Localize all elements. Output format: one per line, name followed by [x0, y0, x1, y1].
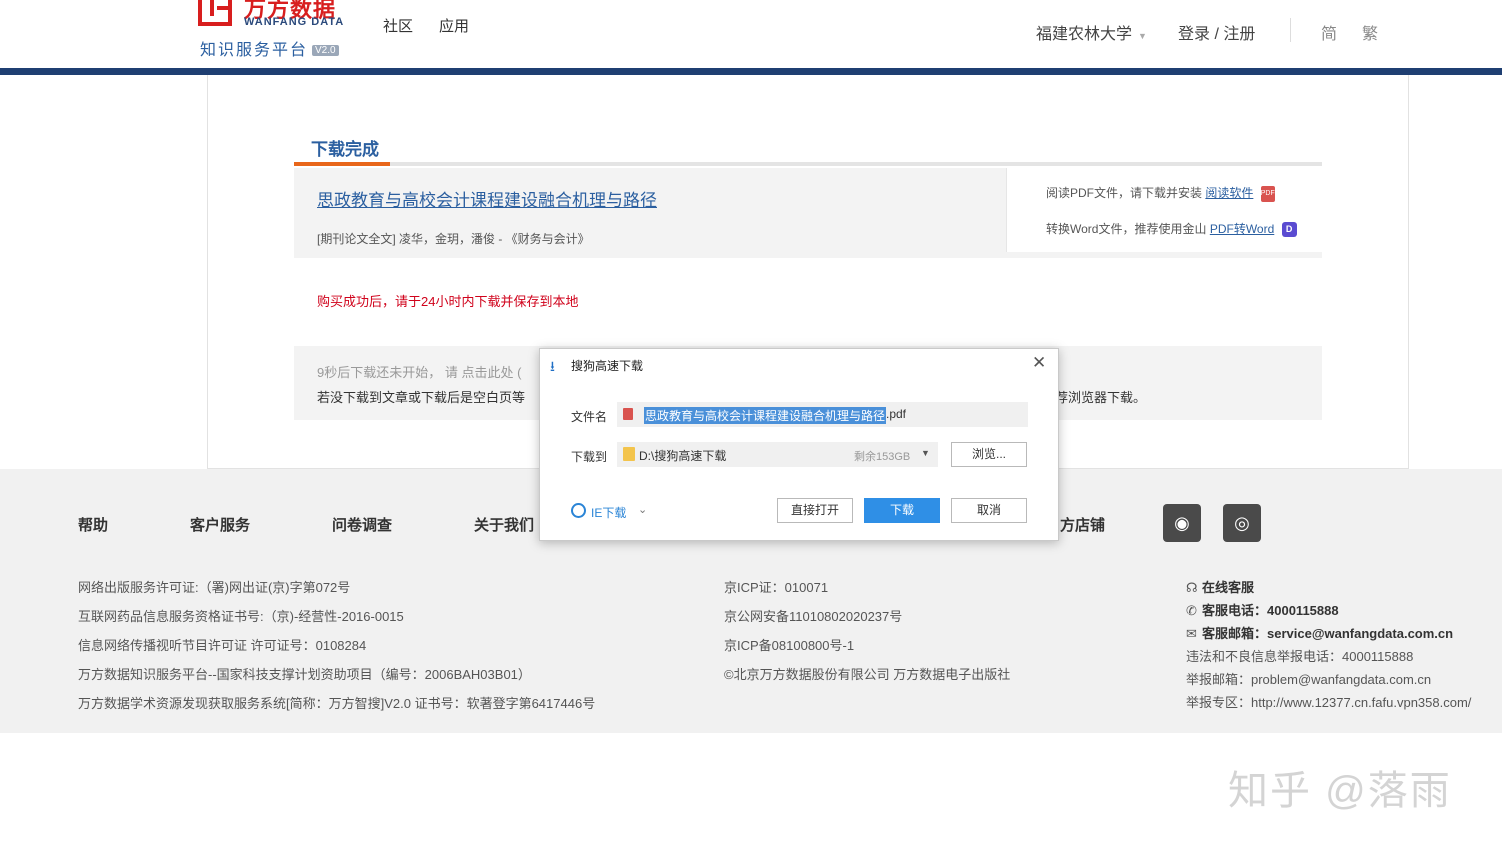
open-directly-button[interactable]: 直接打开 [777, 498, 853, 523]
online-service[interactable]: ☊ 在线客服 [1186, 577, 1254, 596]
browser-download-tip: 荐浏览器下载。 [1055, 390, 1147, 405]
footer-survey[interactable]: 问卷调查 [332, 514, 392, 535]
free-space: 剩余153GB [854, 451, 911, 463]
footer-license-4: 万方数据知识服务平台--国家科技支撑计划资助项目（编号：2006BAH03B01… [78, 667, 531, 682]
pdf-to-word-icon: D [1281, 222, 1297, 238]
login-register-link[interactable]: 登录 / 注册 [1178, 20, 1255, 44]
ie-icon [571, 503, 586, 518]
report-zone[interactable]: 举报专区：http://www.12377.cn.fafu.vpn358.com… [1186, 692, 1471, 711]
logo-subtitle: 知识服务平台 V2.0 [200, 36, 339, 60]
folder-icon [623, 447, 635, 461]
nav-apps[interactable]: 应用 [439, 15, 469, 36]
zhihu-watermark: 知乎 @落雨 [1228, 769, 1452, 813]
browse-button[interactable]: 浏览... [951, 442, 1027, 467]
footer-customer-service[interactable]: 客户服务 [190, 514, 250, 535]
sogou-download-dialog: ⭳ 搜狗高速下载 ✕ 文件名 思政教育与高校会计课程建设融合机理与路径 .pdf… [539, 348, 1059, 541]
logo-mark-icon [198, 0, 232, 26]
footer-copyright: ©北京万方数据股份有限公司 万方数据电子出版社 [724, 667, 1011, 682]
purchase-notice: 购买成功后，请于24小时内下载并保存到本地 [317, 294, 579, 309]
logo-text-en: WANFANG DATA [244, 16, 345, 28]
pdf-file-icon [623, 408, 633, 420]
close-icon[interactable]: ✕ [1032, 353, 1046, 373]
footer-about-us[interactable]: 关于我们 [474, 514, 534, 535]
tab-underline [294, 162, 1322, 166]
tab-active-indicator [294, 162, 390, 166]
save-to-label: 下载到 [571, 450, 608, 464]
version-badge: V2.0 [312, 45, 339, 57]
paper-title-link[interactable]: 思政教育与高校会计课程建设融合机理与路径 [317, 186, 657, 211]
ie-download-link[interactable]: IE下载 [591, 504, 626, 521]
save-path-dropdown[interactable]: D:\搜狗高速下载 剩余153GB ▼ [617, 442, 938, 467]
footer-store[interactable]: 方店铺 [1060, 514, 1105, 535]
header-divider [1290, 18, 1291, 42]
file-extension: .pdf [886, 407, 907, 421]
chevron-down-icon: ▼ [1138, 31, 1147, 41]
mail-icon: ✉ [1186, 626, 1197, 641]
wechat-icon[interactable]: ◎ [1223, 504, 1261, 542]
cancel-button[interactable]: 取消 [951, 498, 1027, 523]
pdf-to-word-link[interactable]: PDF转Word [1210, 222, 1274, 236]
file-name-input[interactable]: 思政教育与高校会计课程建设融合机理与路径 .pdf [617, 402, 1028, 427]
nav-community[interactable]: 社区 [383, 15, 413, 36]
report-phone: 违法和不良信息举报电话：4000115888 [1186, 649, 1414, 664]
footer-license-1: 网络出版服务许可证:（署)网出证(京)字第072号 [78, 580, 351, 595]
retry-download-tip[interactable]: 9秒后下载还未开始， 请 点击此处 ( [317, 362, 521, 381]
file-name-selected: 思政教育与高校会计课程建设融合机理与路径 [644, 407, 887, 424]
footer-icp-1[interactable]: 京ICP证：010071 [724, 577, 828, 596]
lang-traditional[interactable]: 繁 [1362, 20, 1378, 44]
file-name-label: 文件名 [571, 410, 608, 424]
lang-simplified[interactable]: 简 [1321, 20, 1337, 44]
wanfang-logo[interactable]: 万方数据 WANFANG DATA 知识服务平台 V2.0 [198, 0, 358, 62]
pdf-tip: 阅读PDF文件，请下载并安装 阅读软件 PDF [1046, 185, 1275, 202]
footer-license-2: 互联网药品信息服务资格证书号:（京)-经营性-2016-0015 [78, 609, 404, 624]
weibo-icon[interactable]: ◉ [1163, 504, 1201, 542]
footer-license-5: 万方数据学术资源发现获取服务系统[简称：万方智搜]V2.0 证书号：软著登字第6… [78, 696, 596, 711]
download-icon: ⭳ [550, 358, 555, 374]
institution-selector[interactable]: 福建农林大学 ▼ [1036, 20, 1147, 44]
paper-meta: [期刊论文全文] 凌华，金玥，潘俊 - 《财务与会计》 [317, 232, 590, 246]
header-bar [0, 68, 1502, 75]
footer-icp-2[interactable]: 京公网安备11010802020237号 [724, 606, 902, 625]
service-phone: ✆ 客服电话：4000115888 [1186, 603, 1339, 618]
report-email: 举报邮箱：problem@wanfangdata.com.cn [1186, 672, 1432, 687]
save-path: D:\搜狗高速下载 [639, 449, 727, 463]
phone-icon: ✆ [1186, 603, 1197, 618]
pdf-reader-link[interactable]: 阅读软件 [1205, 186, 1253, 200]
site-header: 万方数据 WANFANG DATA 知识服务平台 V2.0 社区 应用 福建农林大… [0, 0, 1502, 68]
tab-download-complete[interactable]: 下载完成 [311, 135, 379, 160]
service-email: ✉ 客服邮箱：service@wanfangdata.com.cn [1186, 626, 1454, 641]
software-tips-panel [1006, 168, 1322, 252]
download-button[interactable]: 下载 [864, 498, 940, 523]
chevron-down-icon[interactable]: ⌄ [638, 503, 647, 516]
footer-help[interactable]: 帮助 [78, 514, 108, 535]
dialog-title: 搜狗高速下载 [571, 359, 644, 373]
pdf-icon: PDF [1260, 185, 1275, 202]
footer-license-3: 信息网络传播视听节目许可证 许可证号：0108284 [78, 638, 367, 653]
blank-page-tip: 若没下载到文章或下载后是空白页等 [317, 390, 526, 405]
headset-icon: ☊ [1186, 580, 1198, 595]
footer-icp-3[interactable]: 京ICP备08100800号-1 [724, 635, 854, 654]
word-tip: 转换Word文件，推荐使用金山 PDF转Word D [1046, 220, 1297, 238]
dropdown-caret-icon: ▼ [921, 448, 930, 458]
